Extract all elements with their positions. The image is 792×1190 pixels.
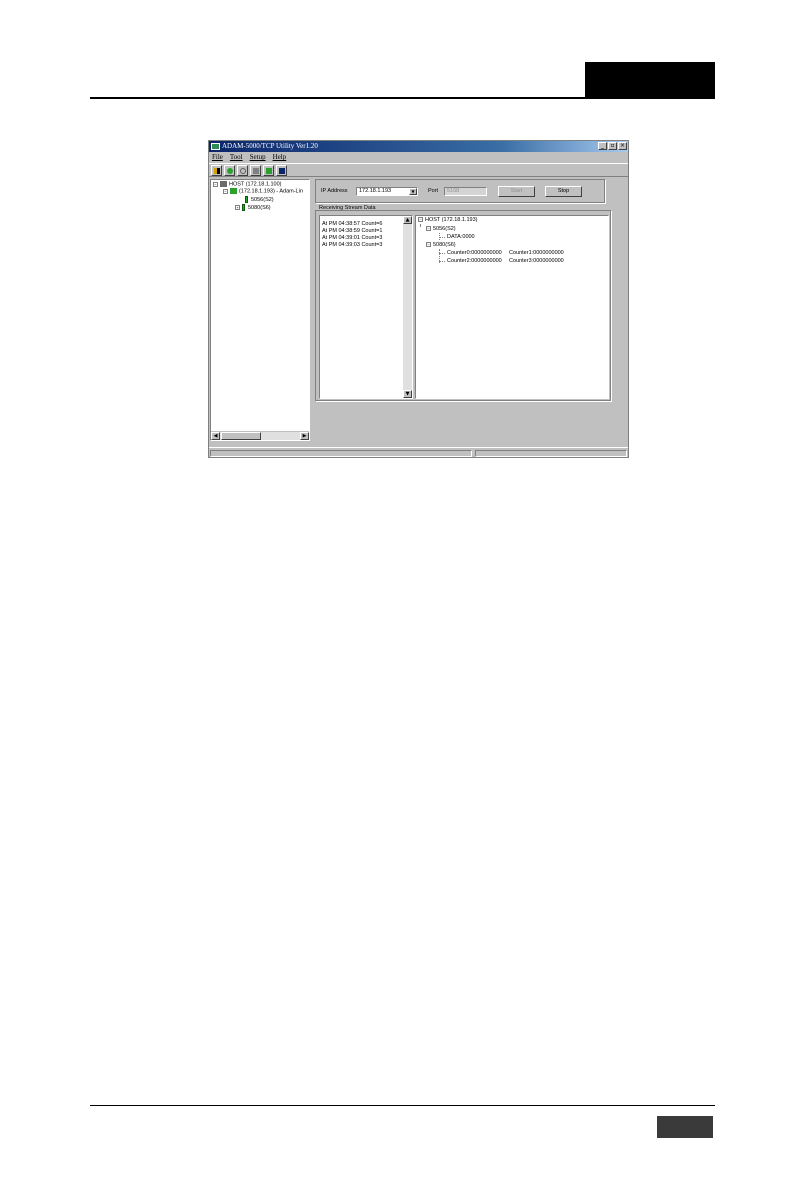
stream-log: At PM 04:38:57 Count=6 At PM 04:38:59 Co… — [319, 215, 413, 399]
network-device-icon — [230, 188, 237, 194]
port-label: Port — [428, 188, 439, 194]
counter3-value: Counter3:0000000000 — [509, 258, 564, 264]
search-network-button[interactable] — [224, 165, 235, 176]
log-line: At PM 04:39:03 Count=3 — [322, 242, 383, 248]
data-tree-module-label: 5056(S2) — [433, 226, 456, 232]
scroll-thumb[interactable] — [221, 432, 261, 440]
minimize-button[interactable]: _ — [598, 142, 607, 150]
footer-rule — [90, 1105, 715, 1106]
terminal-button[interactable] — [276, 165, 287, 176]
port-value: 5168 — [447, 188, 460, 194]
stream-group: At PM 04:38:57 Count=6 At PM 04:38:59 Co… — [315, 210, 611, 401]
log-vertical-scrollbar[interactable]: ▲ ▼ — [403, 216, 412, 398]
stream-data-tree: − HOST (172.18.1.193) −5056(S2) DATA:0000… — [415, 215, 609, 399]
module-icon — [242, 204, 245, 211]
connection-group: IP Address 172.18.1.193 ▼ Port 5168 Star… — [315, 179, 605, 203]
collapse-icon[interactable]: − — [213, 181, 218, 187]
tree-host-label: HOST (172.18.1.100) — [229, 181, 282, 188]
stream-button[interactable] — [263, 165, 274, 176]
log-line: At PM 04:38:59 Count=1 — [322, 228, 383, 234]
stream-panel: IP Address 172.18.1.193 ▼ Port 5168 Star… — [312, 179, 628, 441]
monitor-icon — [253, 168, 259, 174]
tree-module-5056[interactable]: 5056(S2) — [245, 196, 274, 204]
data-tree-data-value: DATA:0000 — [447, 234, 475, 240]
counter2-value: Counter2:0000000000 — [447, 258, 502, 264]
footer-block — [657, 1116, 713, 1138]
log-line: At PM 04:39:01 Count=3 — [322, 235, 383, 241]
ip-address-label: IP Address — [321, 188, 348, 194]
tree-horizontal-scrollbar[interactable]: ◀ ▶ — [211, 431, 309, 440]
scroll-right-icon[interactable]: ▶ — [300, 432, 309, 440]
app-icon — [211, 143, 220, 150]
stop-button[interactable]: Stop — [545, 186, 582, 197]
window-title: ADAM-5000/TCP Utility Ver1.20 — [222, 142, 318, 150]
toolbar — [209, 163, 628, 177]
utility-window-screenshot: ADAM-5000/TCP Utility Ver1.20 _ ▫ × File… — [208, 140, 629, 458]
log-line: At PM 04:38:57 Count=6 — [322, 221, 383, 227]
tree-module-label: 5056(S2) — [251, 196, 274, 203]
scroll-down-icon[interactable]: ▼ — [403, 390, 412, 398]
scroll-up-icon[interactable]: ▲ — [403, 216, 412, 224]
terminal-icon — [279, 168, 285, 174]
find-button[interactable] — [237, 165, 248, 176]
data-tree-host-label: HOST (172.18.1.193) — [425, 217, 478, 223]
counter1-value: Counter1:0000000000 — [509, 250, 564, 256]
tree-module-label: 5080(S6) — [248, 204, 271, 211]
collapse-icon[interactable]: − — [223, 188, 228, 194]
counter0-value: Counter0:0000000000 — [447, 250, 502, 256]
collapse-icon[interactable]: − — [426, 226, 431, 232]
monitor-button[interactable] — [250, 165, 261, 176]
menu-bar: File Tool Setup Help — [209, 152, 628, 162]
device-tree: − HOST (172.18.1.100) − (172.18.1.193) - A… — [210, 179, 310, 441]
find-icon — [240, 168, 246, 174]
module-icon — [245, 196, 248, 203]
stream-icon — [266, 168, 272, 174]
scroll-left-icon[interactable]: ◀ — [211, 432, 220, 440]
menu-file[interactable]: File — [212, 152, 223, 162]
collapse-icon[interactable]: − — [418, 217, 423, 223]
expand-icon[interactable]: + — [235, 205, 240, 210]
status-pane-main — [210, 450, 472, 457]
data-tree-module-label: 5080(S6) — [433, 242, 456, 248]
collapse-icon[interactable]: − — [426, 242, 431, 248]
data-tree-host[interactable]: − HOST (172.18.1.193) — [418, 217, 477, 224]
exit-button[interactable] — [211, 165, 222, 176]
status-bar — [209, 447, 628, 457]
header-rule — [90, 97, 715, 99]
data-tree-module-5056[interactable]: −5056(S2) — [426, 226, 456, 233]
status-pane-secondary — [475, 450, 627, 457]
computer-icon — [220, 181, 227, 187]
tree-device-label: (172.18.1.193) - Adam-Lin — [239, 188, 303, 195]
start-button[interactable]: Start — [498, 186, 535, 197]
dropdown-arrow-icon[interactable]: ▼ — [409, 188, 417, 195]
ip-address-select[interactable]: 172.18.1.193 ▼ — [356, 187, 418, 196]
ip-address-value: 172.18.1.193 — [359, 188, 392, 194]
exit-icon — [214, 168, 220, 174]
port-field[interactable]: 5168 — [444, 187, 487, 196]
menu-tool[interactable]: Tool — [230, 152, 243, 162]
search-network-icon — [227, 168, 233, 174]
data-tree-module-5080[interactable]: −5080(S6) — [426, 242, 456, 249]
title-bar: ADAM-5000/TCP Utility Ver1.20 _ ▫ × — [209, 141, 628, 152]
menu-help[interactable]: Help — [273, 152, 287, 162]
menu-setup[interactable]: Setup — [250, 152, 266, 162]
caption-buttons: _ ▫ × — [598, 142, 627, 150]
maximize-button[interactable]: ▫ — [608, 142, 617, 150]
tree-device[interactable]: − (172.18.1.193) - Adam-Lin — [223, 188, 303, 195]
close-button[interactable]: × — [618, 142, 627, 150]
tree-module-5080[interactable]: +5080(S6) — [235, 204, 271, 212]
header-block — [585, 62, 715, 98]
